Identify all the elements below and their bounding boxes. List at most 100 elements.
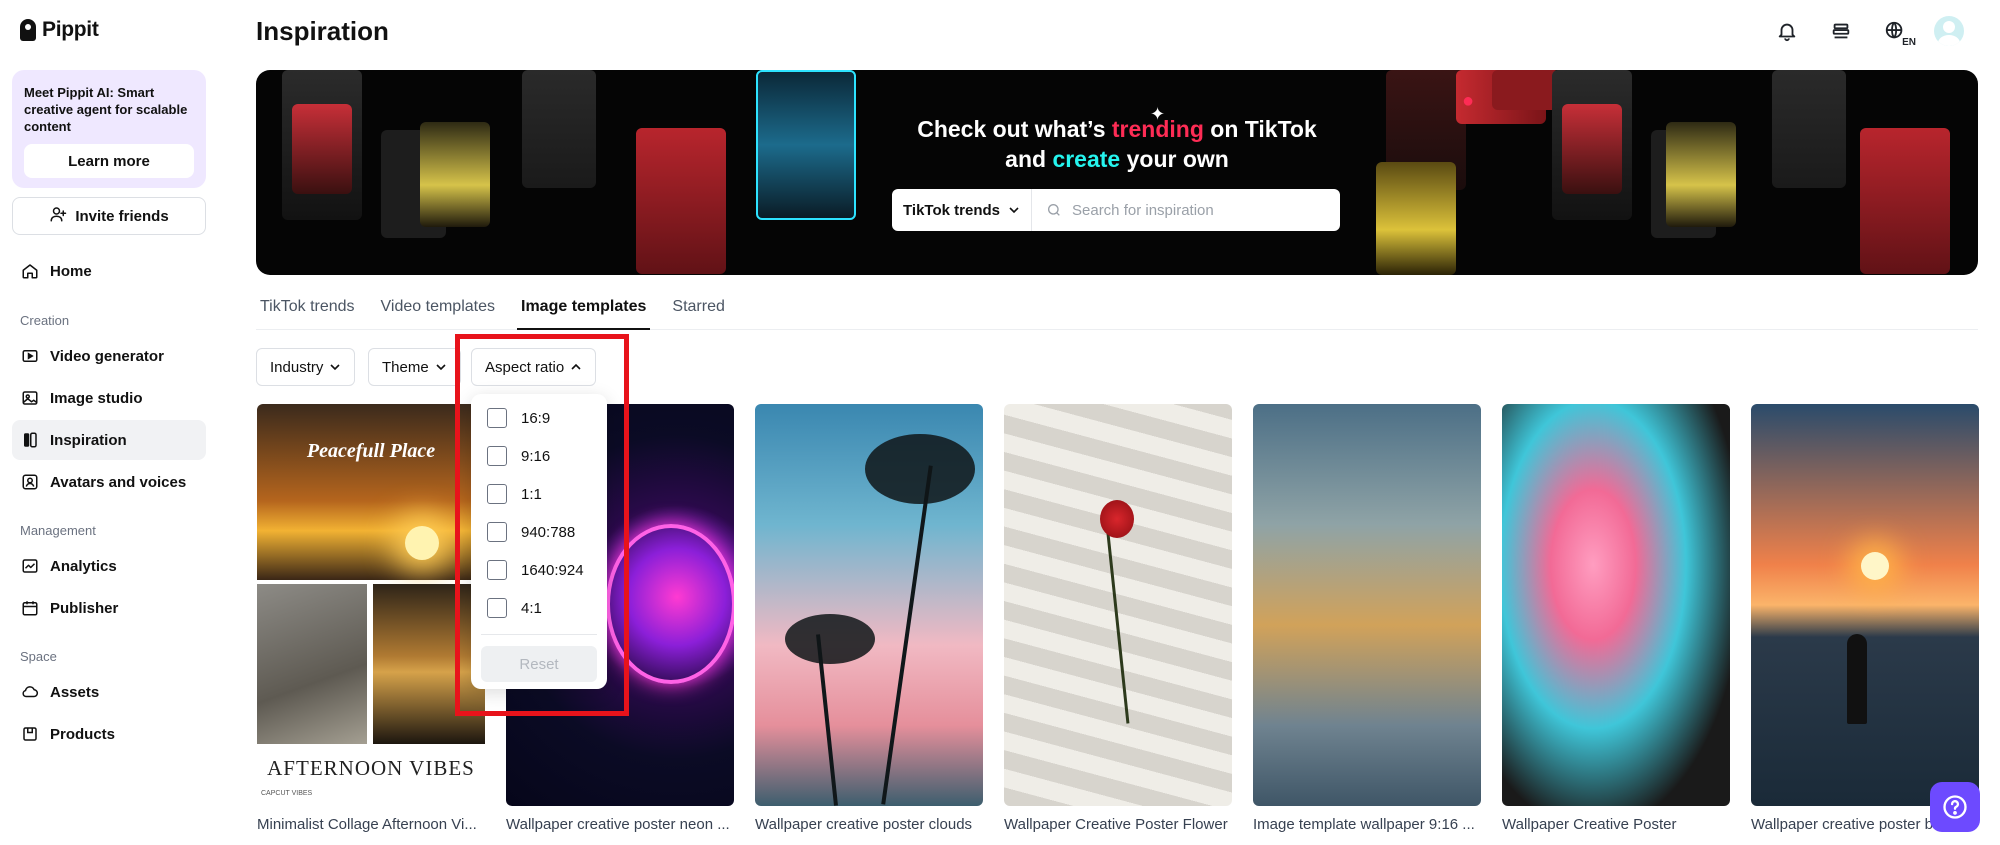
sidebar-item-products[interactable]: Products: [12, 714, 206, 754]
checkbox[interactable]: [487, 522, 507, 542]
help-button[interactable]: [1930, 782, 1980, 832]
pippit-logo-icon: [20, 19, 36, 41]
template-title[interactable]: Wallpaper Creative Poster: [1502, 816, 1742, 833]
checkbox[interactable]: [487, 598, 507, 618]
sidebar: Pippit Meet Pippit AI: Smart creative ag…: [0, 0, 220, 845]
checkbox[interactable]: [487, 408, 507, 428]
invite-friends-button[interactable]: Invite friends: [12, 197, 206, 235]
template-tabs: TikTok trends Video templates Image temp…: [256, 296, 1978, 330]
template-title[interactable]: Wallpaper creative poster neon ...: [506, 816, 746, 833]
checkbox[interactable]: [487, 560, 507, 580]
inspiration-icon: [20, 430, 40, 450]
sidebar-item-label: Inspiration: [50, 431, 127, 449]
template-thumbnail[interactable]: [755, 404, 983, 806]
banner-text: on TikTok: [1203, 116, 1317, 142]
sidebar-item-video-generator[interactable]: Video generator: [12, 336, 206, 376]
sun-glow: [405, 526, 439, 560]
pippit-logo[interactable]: Pippit: [20, 18, 99, 42]
calendar-icon: [20, 598, 40, 618]
banner-highlight-trending: trending: [1111, 116, 1204, 142]
sidebar-item-label: Image studio: [50, 389, 143, 407]
tab-image-templates[interactable]: Image templates: [517, 296, 651, 330]
banner-highlight-create: create: [1052, 146, 1121, 172]
reset-button[interactable]: Reset: [481, 646, 597, 682]
search-field: [1032, 201, 1340, 219]
sidebar-item-label: Home: [50, 262, 92, 280]
template-card[interactable]: Wallpaper creative poster beach: [1751, 404, 1979, 833]
template-thumbnail[interactable]: Peacefull Place AFTERNOON VIBES CAPCUT V…: [257, 404, 485, 806]
sidebar-item-analytics[interactable]: Analytics: [12, 546, 206, 586]
video-generator-icon: [20, 346, 40, 366]
template-card[interactable]: Wallpaper creative poster clouds: [755, 404, 983, 833]
tab-starred[interactable]: Starred: [668, 296, 728, 330]
header-actions: EN: [1772, 16, 1964, 48]
industry-filter[interactable]: Industry: [256, 348, 356, 386]
cloud-icon: [20, 682, 40, 702]
tab-video-templates[interactable]: Video templates: [377, 296, 499, 330]
template-card[interactable]: Wallpaper Creative Poster Flower: [1004, 404, 1232, 833]
tab-tiktok-trends[interactable]: TikTok trends: [256, 296, 359, 330]
template-thumbnail[interactable]: [1502, 404, 1730, 806]
aspect-ratio-filter[interactable]: Aspect ratio: [471, 348, 597, 386]
language-globe-icon[interactable]: EN: [1880, 16, 1916, 48]
aspect-option-940-788[interactable]: 940:788: [487, 522, 575, 542]
sidebar-item-label: Products: [50, 725, 116, 743]
learn-more-button[interactable]: Learn more: [24, 144, 194, 178]
help-question-icon: [1943, 795, 1967, 819]
template-card[interactable]: Image template wallpaper 9:16 ...: [1253, 404, 1481, 833]
search-input[interactable]: [1072, 201, 1322, 219]
checkbox[interactable]: [487, 484, 507, 504]
banner-text: and: [1005, 146, 1053, 172]
home-icon: [20, 261, 40, 281]
template-card[interactable]: Peacefull Place AFTERNOON VIBES CAPCUT V…: [257, 404, 485, 833]
chevron-down-icon: [330, 364, 340, 371]
aspect-option-1-1[interactable]: 1:1: [487, 484, 542, 504]
chevron-down-icon: [1009, 207, 1019, 214]
sidebar-item-inspiration[interactable]: Inspiration: [12, 420, 206, 460]
sidebar-item-image-studio[interactable]: Image studio: [12, 378, 206, 418]
aspect-option-1640-924[interactable]: 1640:924: [487, 560, 584, 580]
trending-banner: ✦ ● Check out what’s trending on TikTok …: [256, 70, 1978, 275]
sidebar-item-publisher[interactable]: Publisher: [12, 588, 206, 628]
aspect-option-16-9[interactable]: 16:9: [487, 408, 550, 428]
template-title[interactable]: Image template wallpaper 9:16 ...: [1253, 816, 1493, 833]
promo-card: Meet Pippit AI: Smart creative agent for…: [12, 70, 206, 188]
template-title[interactable]: Minimalist Collage Afternoon Vi...: [257, 816, 497, 833]
aspect-option-label: 1640:924: [521, 561, 584, 579]
aspect-option-label: 940:788: [521, 523, 576, 541]
template-card[interactable]: Wallpaper Creative Poster: [1502, 404, 1730, 833]
sidebar-item-label: Avatars and voices: [50, 473, 187, 491]
rose-flower: [1100, 500, 1134, 538]
collage-sunset-photo: [257, 404, 485, 580]
aspect-option-4-1[interactable]: 4:1: [487, 598, 542, 618]
page-title: Inspiration: [256, 16, 389, 46]
collage-foot-text: CAPCUT VIBES: [261, 790, 313, 797]
theme-filter[interactable]: Theme: [368, 348, 461, 386]
inspiration-search-bar: TikTok trends: [892, 189, 1340, 231]
sidebar-item-assets[interactable]: Assets: [12, 672, 206, 712]
stack-icon[interactable]: [1826, 16, 1856, 46]
banner-decor-photo: [1492, 70, 1560, 110]
sidebar-item-home[interactable]: Home: [12, 251, 206, 291]
banner-headline-line1: Check out what’s trending on TikTok: [256, 114, 1978, 144]
language-badge: EN: [1902, 37, 1916, 48]
bell-icon[interactable]: [1772, 16, 1802, 46]
theme-filter-label: Theme: [382, 358, 429, 376]
aspect-option-9-16[interactable]: 9:16: [487, 446, 550, 466]
sidebar-item-avatars-voices[interactable]: Avatars and voices: [12, 462, 206, 502]
template-title[interactable]: Wallpaper Creative Poster Flower: [1004, 816, 1244, 833]
aspect-option-label: 4:1: [521, 599, 542, 617]
banner-decor-photo: [1376, 162, 1456, 275]
checkbox[interactable]: [487, 446, 507, 466]
banner-headline-line2: and create your own: [256, 144, 1978, 174]
template-title[interactable]: Wallpaper creative poster clouds: [755, 816, 995, 833]
aspect-option-label: 9:16: [521, 447, 551, 465]
silhouette-person: [1847, 634, 1867, 724]
user-avatar[interactable]: [1934, 16, 1964, 46]
template-thumbnail[interactable]: [1253, 404, 1481, 806]
template-thumbnail[interactable]: [1751, 404, 1979, 806]
banner-text: Check out what’s: [917, 116, 1112, 142]
beach-sun: [1861, 552, 1889, 580]
template-thumbnail[interactable]: [1004, 404, 1232, 806]
search-category-select[interactable]: TikTok trends: [892, 189, 1032, 231]
